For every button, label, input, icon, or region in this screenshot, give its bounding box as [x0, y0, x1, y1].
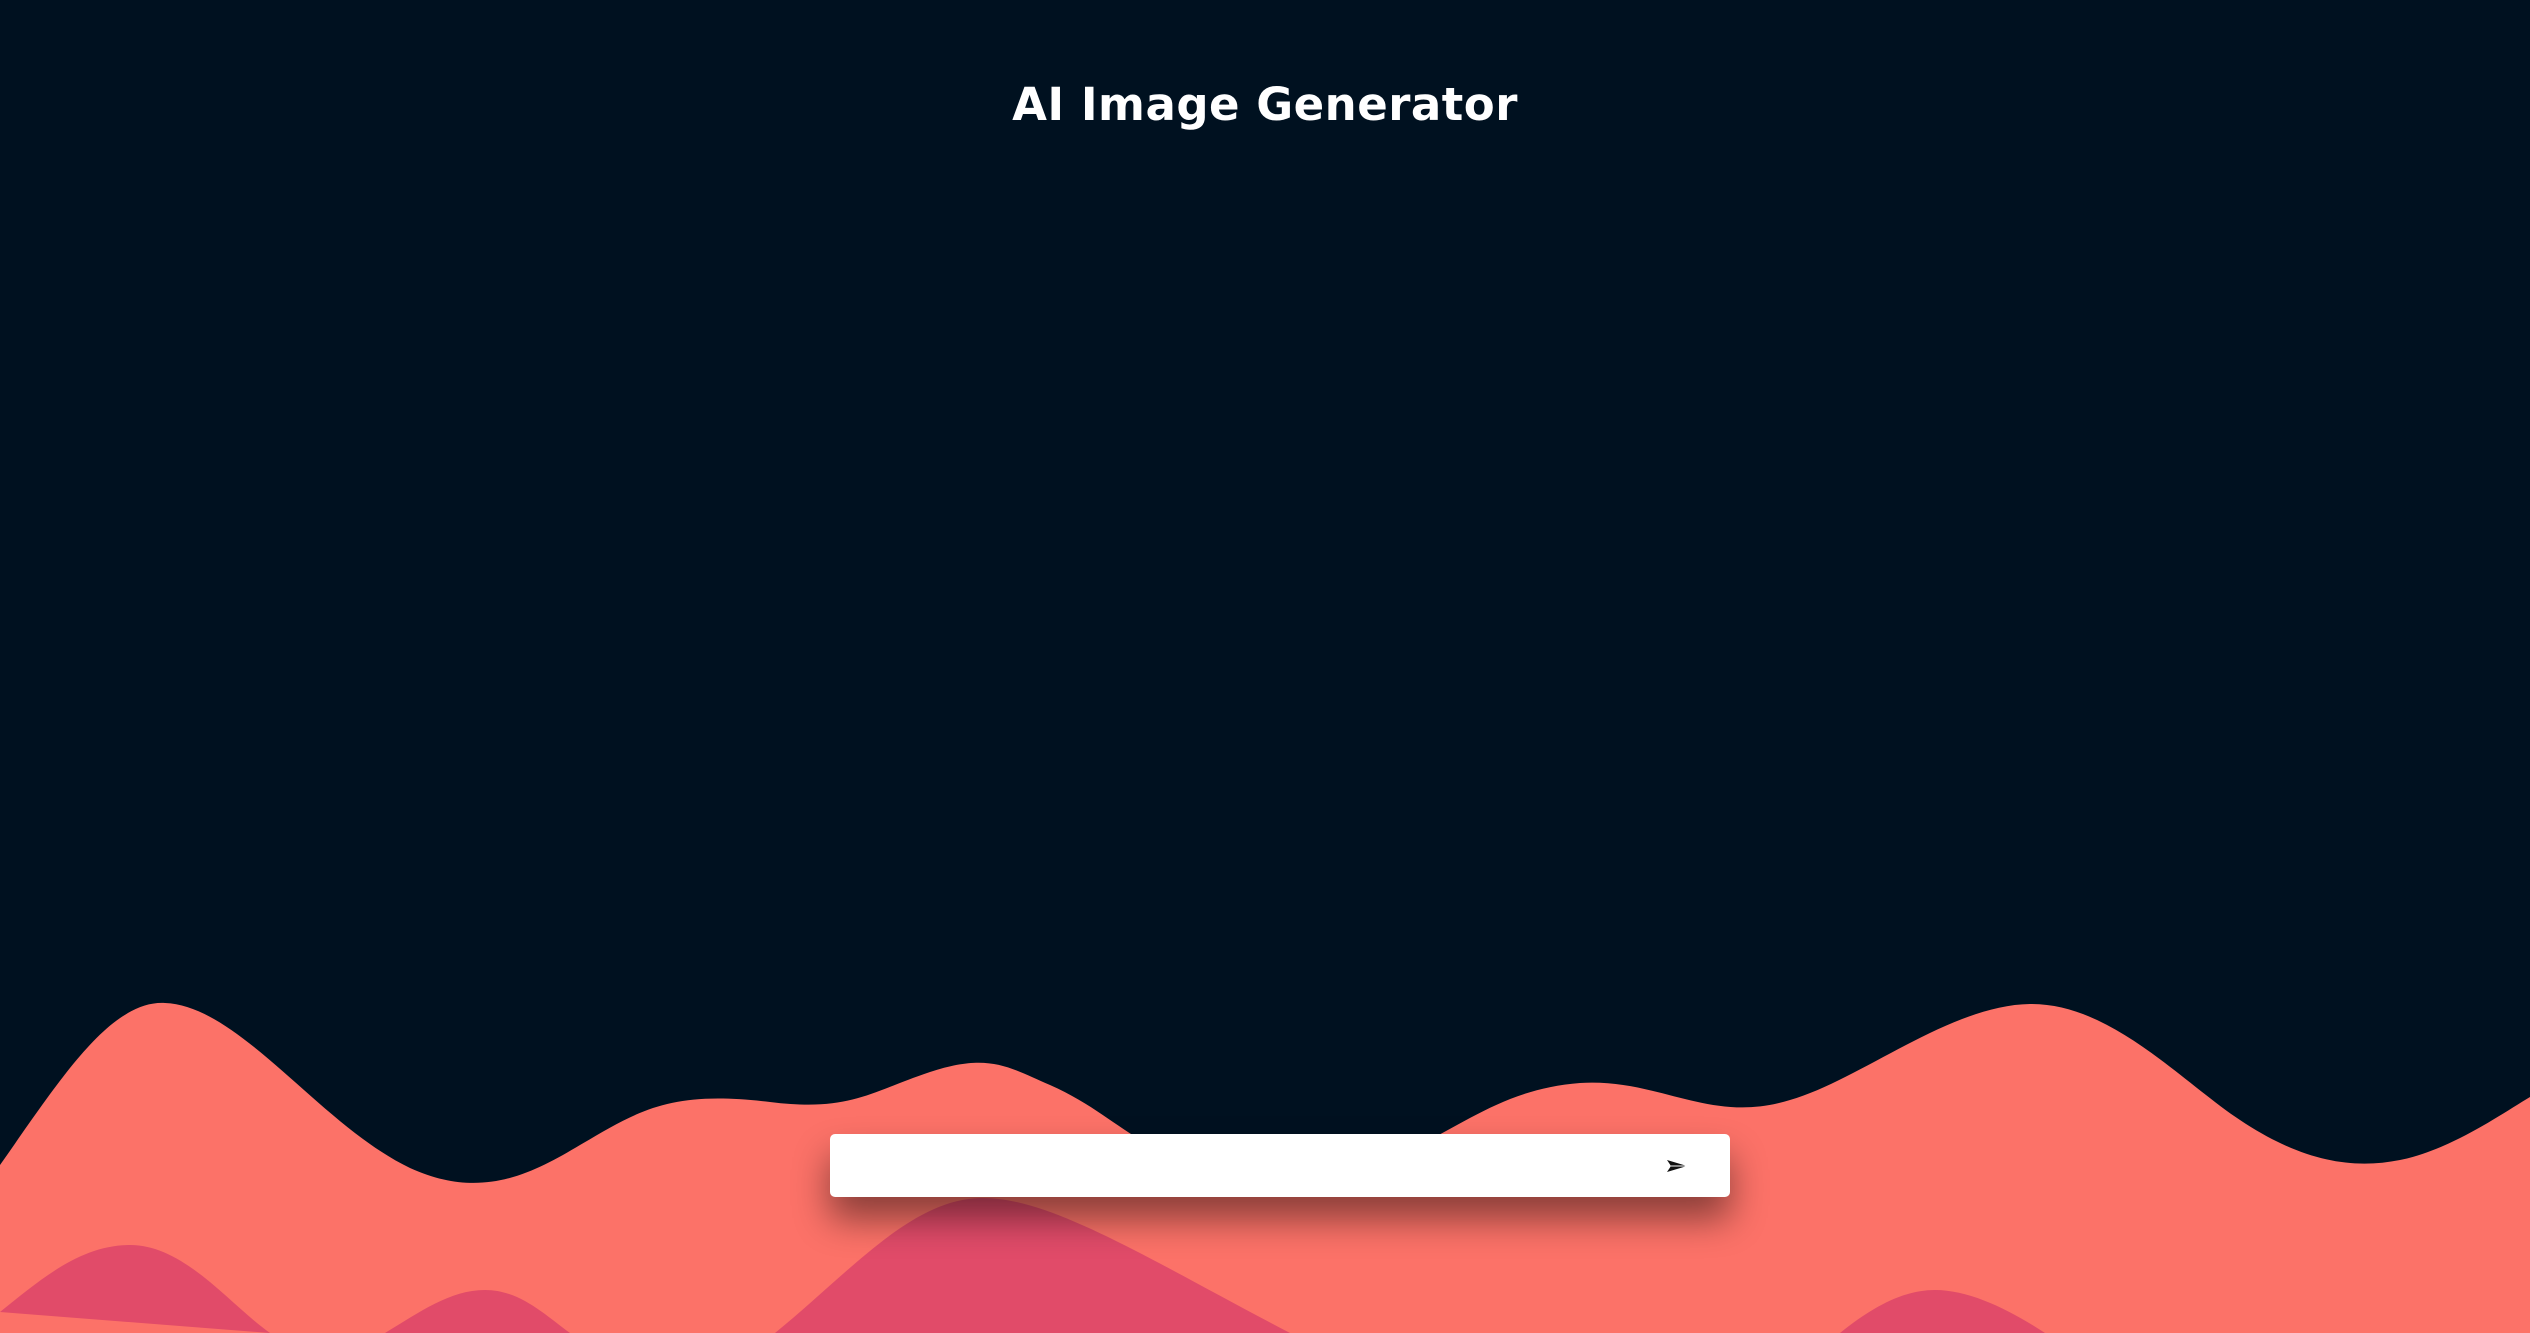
app-page: AI Image Generator [0, 0, 2530, 1333]
send-arrow-icon [1667, 1159, 1687, 1172]
prompt-input[interactable] [848, 1134, 1638, 1197]
send-button[interactable] [1642, 1134, 1712, 1197]
prompt-form [830, 1134, 1730, 1197]
page-title: AI Image Generator [1012, 78, 1518, 131]
